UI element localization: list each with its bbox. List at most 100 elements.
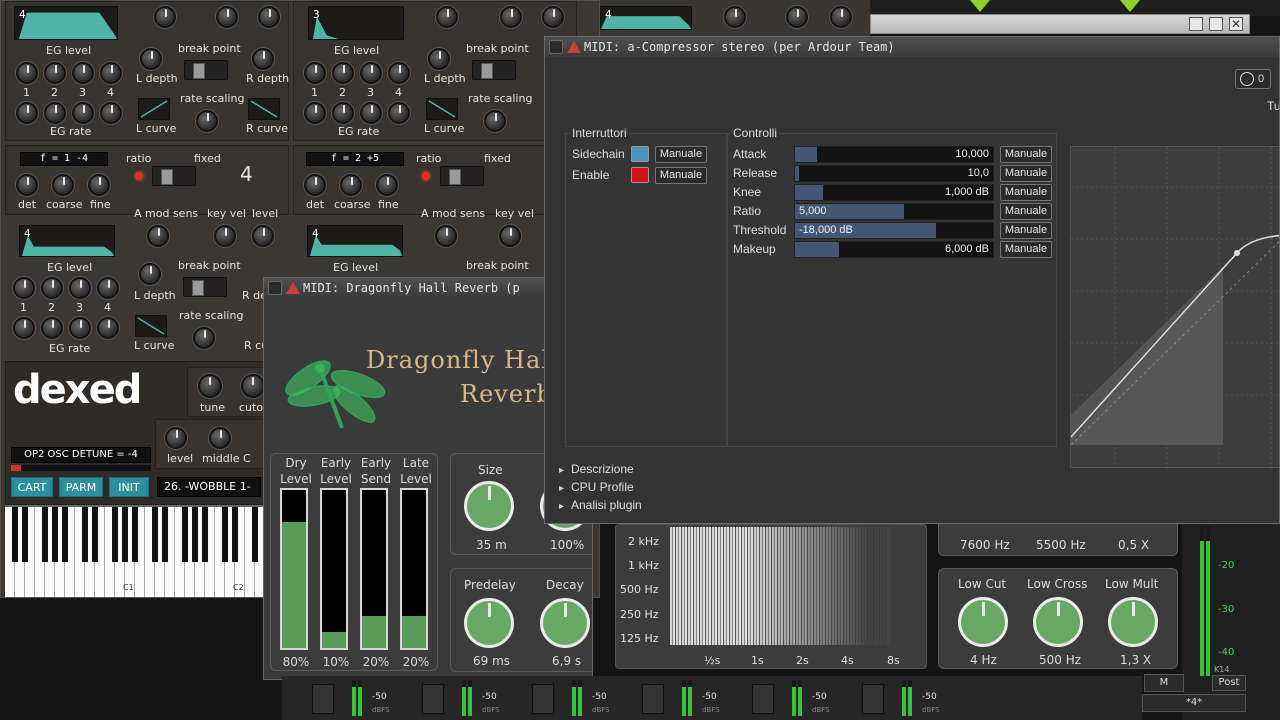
break-point-slider-lower[interactable] <box>183 277 227 297</box>
eg-level-display-3[interactable]: 4 <box>600 6 692 30</box>
eg-rate-knob-2-3[interactable] <box>360 102 382 124</box>
eg-level-display-2[interactable]: 3 <box>308 6 404 40</box>
l-depth-knob-lower[interactable] <box>139 263 161 285</box>
strip-fader[interactable] <box>532 684 554 714</box>
black-key[interactable] <box>22 507 28 562</box>
eg-level-knob-l1[interactable] <box>13 277 35 299</box>
eg-level-knob-2-4[interactable] <box>388 62 410 84</box>
plugin-analysis-expander[interactable]: Analisi plugin <box>559 498 642 512</box>
mute-button[interactable]: M <box>1144 674 1184 692</box>
top-knob-3c[interactable] <box>830 6 852 28</box>
strip-fader[interactable] <box>312 684 334 714</box>
low-cross-knob[interactable] <box>1033 597 1083 647</box>
control-slider-attack[interactable]: 10,000 <box>794 146 994 163</box>
black-key[interactable] <box>182 507 188 562</box>
black-key[interactable] <box>232 507 238 562</box>
detune-knob-b[interactable] <box>304 174 326 196</box>
control-manual-button-makeup[interactable]: Manuale <box>1000 241 1052 258</box>
control-manual-button-ratio[interactable]: Manuale <box>1000 203 1052 220</box>
l-curve-selector[interactable] <box>138 98 170 120</box>
coarse-knob-b[interactable] <box>340 174 362 196</box>
minimize-button[interactable] <box>1189 17 1203 31</box>
detune-knob[interactable] <box>16 174 38 196</box>
control-manual-button-release[interactable]: Manuale <box>1000 165 1052 182</box>
strip-fader[interactable] <box>422 684 444 714</box>
eg-level-knob-2-1[interactable] <box>304 62 326 84</box>
eg-level-knob-1[interactable] <box>16 62 38 84</box>
ratio-fixed-switch[interactable] <box>152 166 196 186</box>
eg-level-knob-2-2[interactable] <box>332 62 354 84</box>
top-knob-2b[interactable] <box>500 6 522 28</box>
eg-rate-knob-4[interactable] <box>100 102 122 124</box>
black-key[interactable] <box>112 507 118 562</box>
low-cut-knob[interactable] <box>958 597 1008 647</box>
program-selector[interactable]: 26. -WOBBLE 1- <box>157 477 261 497</box>
l-curve-selector-2[interactable] <box>426 98 458 120</box>
ratio-fixed-switch-b[interactable] <box>440 166 484 186</box>
eg-level-display-lower[interactable]: 4 <box>19 225 115 257</box>
master-level-knob[interactable] <box>165 427 187 449</box>
r-depth-knob[interactable] <box>252 48 274 70</box>
middle-c-knob[interactable] <box>209 427 231 449</box>
top-knob-2c[interactable] <box>542 6 564 28</box>
rate-scaling-knob-2[interactable] <box>484 110 506 132</box>
eg-level-display-lower-b[interactable]: 4 <box>307 225 403 257</box>
eg-rate-knob-l3[interactable] <box>69 317 91 339</box>
strip-fader[interactable] <box>752 684 774 714</box>
r-curve-selector[interactable] <box>248 98 280 120</box>
decay-knob[interactable] <box>540 598 590 648</box>
sidechain-toggle[interactable] <box>631 146 649 162</box>
eg-rate-knob-2-1[interactable] <box>304 102 326 124</box>
eg-rate-knob-l4[interactable] <box>97 317 119 339</box>
post-button[interactable]: Post <box>1212 675 1246 691</box>
l-depth-knob-2[interactable] <box>428 48 450 70</box>
eg-level-knob-2-3[interactable] <box>360 62 382 84</box>
eg-rate-knob-l1[interactable] <box>13 317 35 339</box>
eg-rate-knob-2-4[interactable] <box>388 102 410 124</box>
black-key[interactable] <box>12 507 18 562</box>
eg-rate-knob-l2[interactable] <box>41 317 63 339</box>
rate-scaling-knob-lower[interactable] <box>193 327 215 349</box>
maximize-button[interactable] <box>1209 17 1223 31</box>
level-fader-3[interactable] <box>400 488 428 650</box>
cpu-profile-expander[interactable]: CPU Profile <box>559 480 634 494</box>
rate-scaling-knob[interactable] <box>196 110 218 132</box>
eg-rate-knob-1[interactable] <box>16 102 38 124</box>
output-button[interactable]: *4* <box>1142 694 1246 712</box>
latency-button[interactable]: 0 <box>1235 69 1271 89</box>
strip-fader[interactable] <box>642 684 664 714</box>
low-mult-knob[interactable] <box>1108 597 1158 647</box>
top-knob-b[interactable] <box>216 6 238 28</box>
size-knob[interactable] <box>464 481 514 531</box>
black-key[interactable] <box>202 507 208 562</box>
cutoff-knob[interactable] <box>241 374 265 398</box>
predelay-knob[interactable] <box>464 598 514 648</box>
black-key[interactable] <box>152 507 158 562</box>
control-manual-button-threshold[interactable]: Manuale <box>1000 222 1052 239</box>
eg-level-knob-3[interactable] <box>72 62 94 84</box>
window-menu-icon[interactable] <box>549 40 563 54</box>
black-key[interactable] <box>122 507 128 562</box>
break-point-slider[interactable] <box>184 60 228 80</box>
enable-manual-button[interactable]: Manuale <box>655 167 707 184</box>
description-expander[interactable]: Descrizione <box>559 462 634 476</box>
top-knob-c[interactable] <box>258 6 280 28</box>
black-key[interactable] <box>62 507 68 562</box>
l-curve-selector-lower[interactable] <box>135 315 167 337</box>
top-knob-2a[interactable] <box>436 6 458 28</box>
control-slider-threshold[interactable]: -18,000 dB <box>794 222 994 239</box>
eg-level-knob-2[interactable] <box>44 62 66 84</box>
parm-button[interactable]: PARM <box>59 477 103 497</box>
eg-level-knob-l4[interactable] <box>97 277 119 299</box>
l-depth-knob[interactable] <box>140 48 162 70</box>
fine-knob[interactable] <box>88 174 110 196</box>
control-slider-release[interactable]: 10,0 <box>794 165 994 182</box>
black-key[interactable] <box>132 507 138 562</box>
break-point-slider-2[interactable] <box>472 60 516 80</box>
key-vel-knob-b[interactable] <box>499 225 521 247</box>
black-key[interactable] <box>192 507 198 562</box>
cart-button[interactable]: CART <box>11 477 53 497</box>
black-key[interactable] <box>82 507 88 562</box>
piano-keyboard[interactable] <box>5 505 265 597</box>
enable-toggle[interactable] <box>631 167 649 183</box>
